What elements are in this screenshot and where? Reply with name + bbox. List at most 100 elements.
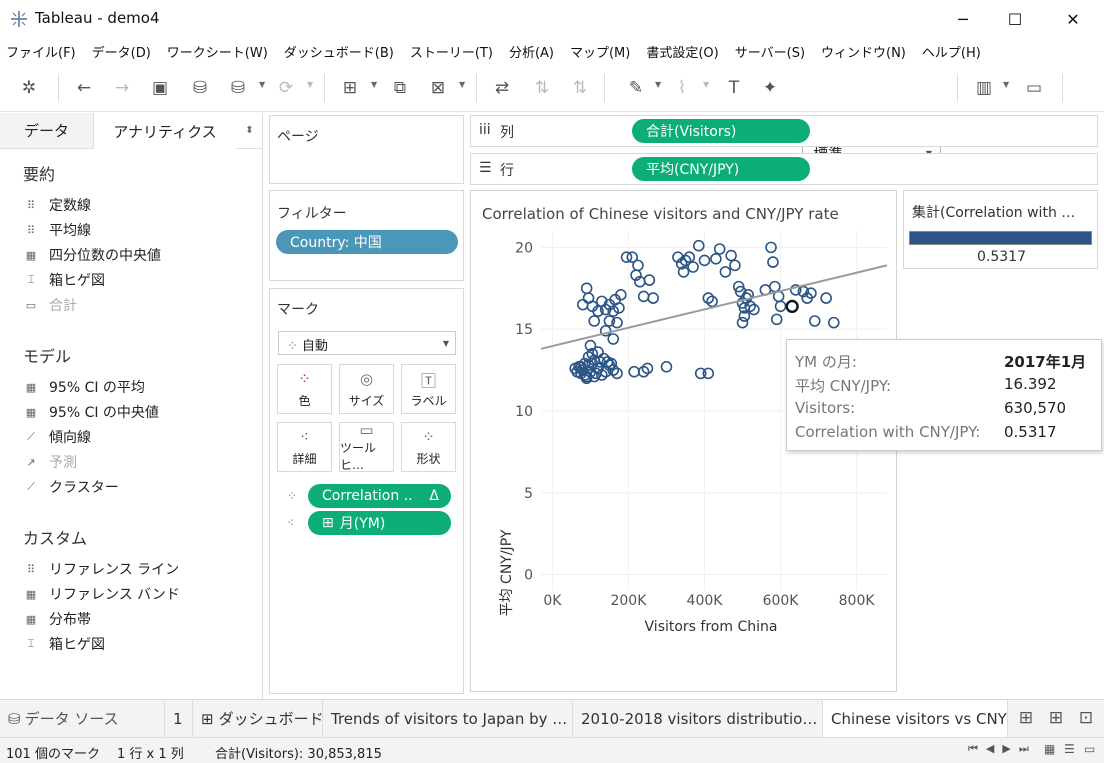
tab-sheet-1[interactable]: 1 xyxy=(165,700,193,737)
save-icon[interactable]: ▣ xyxy=(146,76,174,100)
filmstrip-view-icon[interactable]: ▭ xyxy=(1084,742,1095,756)
scatter-point[interactable] xyxy=(769,280,781,293)
analytics-item-ci-median[interactable]: ▦ 95% CI の中央値 xyxy=(23,402,159,422)
rows-shelf[interactable]: ☰ 行 平均(CNY/JPY) xyxy=(470,153,1098,185)
menu-window[interactable]: ウィンドウ(N) xyxy=(821,42,906,61)
scatter-point[interactable] xyxy=(577,298,589,311)
trend-line[interactable] xyxy=(540,264,888,350)
analytics-item-ci-mean[interactable]: ▦ 95% CI の平均 xyxy=(23,377,145,397)
analytics-item-box-plot[interactable]: ⌶ 箱ヒゲ図 xyxy=(23,270,105,290)
menu-map[interactable]: マップ(M) xyxy=(570,42,630,61)
menu-dashboard[interactable]: ダッシュボード(B) xyxy=(284,42,394,61)
new-story-tab-icon[interactable]: ⊡ xyxy=(1072,706,1100,730)
rows-pill-cny-jpy[interactable]: 平均(CNY/JPY) xyxy=(632,157,810,181)
scatter-point[interactable] xyxy=(687,261,699,273)
analytics-item-totals[interactable]: ▭ 合計 xyxy=(23,295,77,315)
analytics-item-trend-line[interactable]: ⟋ 傾向線 xyxy=(23,427,91,447)
analytics-item-forecast[interactable]: ↗ 予測 xyxy=(23,452,77,472)
refresh-icon[interactable]: ⟳ xyxy=(272,76,300,100)
marks-pill-correlation[interactable]: Correlation .. Δ xyxy=(308,484,451,508)
filter-pill-country[interactable]: Country: 中国 xyxy=(276,230,458,254)
scatter-point[interactable] xyxy=(710,253,722,265)
scatter-point[interactable] xyxy=(767,256,779,268)
marks-label-button[interactable]: 🅃 ラベル xyxy=(401,364,456,414)
scatter-point[interactable] xyxy=(713,243,726,255)
pages-card[interactable]: ページ xyxy=(269,115,464,184)
mark-type-select[interactable]: ⁘ 自動 ▼ xyxy=(278,331,456,355)
sort-ascending-icon[interactable]: ⇅ xyxy=(528,76,556,100)
scatter-point[interactable] xyxy=(580,282,593,295)
menu-file[interactable]: ファイル(F) xyxy=(6,42,76,61)
highlight-pen-icon[interactable]: ✎ xyxy=(622,76,650,100)
scatter-point[interactable] xyxy=(632,259,644,272)
scatter-point[interactable] xyxy=(692,239,705,252)
tab-distribution[interactable]: 2010-2018 visitors distributio… xyxy=(573,700,823,737)
tab-analytics[interactable]: アナリティクス xyxy=(94,113,236,149)
marks-size-button[interactable]: ◎ サイズ xyxy=(339,364,394,414)
filters-card[interactable]: フィルター Country: 中国 xyxy=(269,190,464,281)
analytics-item-average-line[interactable]: ⠿ 平均線 xyxy=(23,220,91,240)
analytics-item-reference-band[interactable]: ▦ リファレンス バンド xyxy=(23,584,180,604)
duplicate-sheet-icon[interactable]: ⧉ xyxy=(386,76,414,100)
columns-shelf[interactable]: iii 列 合計(Visitors) xyxy=(470,115,1098,147)
show-me-chart-icon[interactable]: ▥ xyxy=(970,76,998,100)
analytics-item-reference-line[interactable]: ⠿ リファレンス ライン xyxy=(23,559,179,579)
scatter-point[interactable] xyxy=(637,290,650,303)
menu-server[interactable]: サーバー(S) xyxy=(735,42,805,61)
sort-descending-icon[interactable]: ⇅ xyxy=(566,76,594,100)
close-button[interactable]: ✕ xyxy=(1050,0,1096,38)
marks-color-button[interactable]: ⁘ 色 xyxy=(277,364,332,414)
grid-view-icon[interactable]: ▦ xyxy=(1044,742,1055,756)
chevron-down-icon[interactable]: ▼ xyxy=(459,80,465,89)
menu-analysis[interactable]: 分析(A) xyxy=(509,42,554,61)
scatter-point[interactable] xyxy=(719,266,732,278)
new-worksheet-icon[interactable]: ⊞ xyxy=(336,76,364,100)
scatter-point[interactable] xyxy=(736,316,749,329)
marks-pill-month[interactable]: ⊞ 月(YM) xyxy=(308,511,451,535)
menu-worksheet[interactable]: ワークシート(W) xyxy=(167,42,268,61)
chevron-down-icon[interactable]: ▼ xyxy=(307,80,313,89)
marks-detail-button[interactable]: ⁖ 詳細 xyxy=(277,422,332,472)
highlighted-point[interactable] xyxy=(785,299,799,314)
chevron-down-icon[interactable]: ▼ xyxy=(371,80,377,89)
pin-axes-icon[interactable]: ✦ xyxy=(756,76,784,100)
chevron-down-icon[interactable]: ▼ xyxy=(655,80,661,89)
chevron-down-icon[interactable]: ▼ xyxy=(703,80,709,89)
scatter-point[interactable] xyxy=(729,259,741,272)
scatter-point[interactable] xyxy=(827,316,840,329)
maximize-button[interactable]: ☐ xyxy=(992,0,1038,38)
clear-sheet-icon[interactable]: ⊠ xyxy=(424,76,452,100)
presentation-mode-icon[interactable]: ▭ xyxy=(1020,76,1048,100)
tab-trends[interactable]: Trends of visitors to Japan by … xyxy=(323,700,573,737)
analytics-item-cluster[interactable]: ⟋ クラスター xyxy=(23,477,119,497)
swap-rows-columns-icon[interactable]: ⇄ xyxy=(488,76,516,100)
scatter-point[interactable] xyxy=(588,315,601,327)
scatter-point[interactable] xyxy=(628,365,640,378)
forward-arrow-icon[interactable]: → xyxy=(108,76,136,100)
scatter-point[interactable] xyxy=(820,292,832,304)
menu-story[interactable]: ストーリー(T) xyxy=(410,42,493,61)
list-view-icon[interactable]: ☰ xyxy=(1064,742,1075,756)
color-legend[interactable]: 集計(Correlation with … 0.5317 xyxy=(903,190,1098,269)
scatter-point[interactable] xyxy=(808,315,821,327)
scatter-point[interactable] xyxy=(725,249,737,262)
analytics-item-custom-box-plot[interactable]: ⌶ 箱ヒゲ図 xyxy=(23,634,105,654)
new-worksheet-tab-icon[interactable]: ⊞ xyxy=(1012,706,1040,730)
analytics-item-distribution-band[interactable]: ▦ 分布帯 xyxy=(23,609,91,629)
analytics-item-constant-line[interactable]: ⠿ 定数線 xyxy=(23,195,91,215)
panel-scroll-icon[interactable]: ⬍ xyxy=(236,113,263,149)
scatter-point[interactable] xyxy=(643,274,656,286)
chevron-down-icon[interactable]: ▼ xyxy=(259,80,265,89)
menu-format[interactable]: 書式設定(O) xyxy=(646,42,718,61)
group-clip-icon[interactable]: ⌇ xyxy=(668,76,696,100)
sheet-navigation-icon[interactable]: ⏮◀▶⏭ xyxy=(968,742,1037,756)
chevron-down-icon[interactable]: ▼ xyxy=(1003,80,1009,89)
tab-chinese-visitors[interactable]: Chinese visitors vs CNY/ xyxy=(823,700,1008,737)
marks-shape-button[interactable]: ⁘ 形状 xyxy=(401,422,456,472)
back-arrow-icon[interactable]: ← xyxy=(70,76,98,100)
scatter-point[interactable] xyxy=(660,361,673,373)
scatter-point[interactable] xyxy=(592,346,604,358)
marks-tooltip-button[interactable]: ▭ ツールヒ… xyxy=(339,421,394,472)
scatter-point[interactable] xyxy=(607,333,620,345)
new-dashboard-tab-icon[interactable]: ⊞ xyxy=(1042,706,1070,730)
